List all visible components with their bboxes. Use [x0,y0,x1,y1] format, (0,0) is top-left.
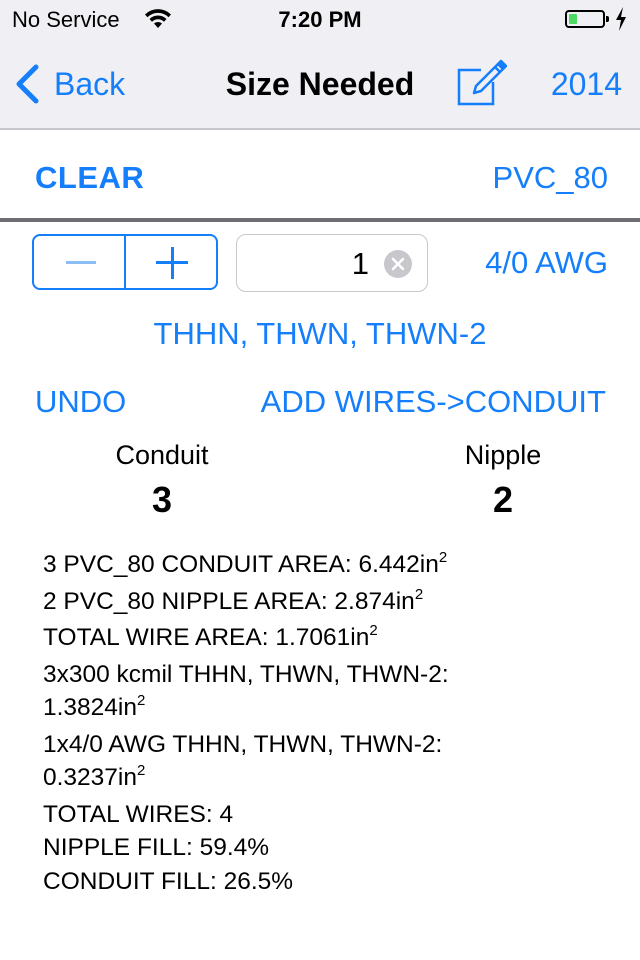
battery-icon [565,10,609,28]
plus-icon-vertical [170,247,174,279]
conduit-count-label: Conduit [115,440,209,470]
superscript-exponent: 2 [137,762,146,779]
conduit-count-value: 3 [151,479,173,520]
clock: 7:20 PM [278,7,362,32]
insulation-type-selector[interactable]: THHN, THWN, THWN-2 [0,316,640,352]
conduit-count: Conduit 3 [62,440,262,521]
nipple-count: Nipple 2 [403,440,603,521]
result-line-text: 1x4/0 AWG THHN, THWN, THWN-2: [43,730,443,758]
result-line-text: 3 PVC_80 CONDUIT AREA: 6.442in [43,551,439,578]
conduit-type-selector[interactable]: PVC_80 [493,160,608,196]
result-line: 2 PVC_80 NIPPLE AREA: 2.874in2 [43,585,623,622]
undo-button[interactable]: UNDO [35,384,126,420]
result-line-text: 0.3237in [43,764,138,791]
navigation-bar: Back Size Needed 2014 [0,40,640,128]
battery-nub [606,16,609,22]
result-line: 0.3237in2 [43,761,623,798]
superscript-exponent: 2 [438,549,448,566]
result-line: TOTAL WIRE AREA: 1.7061in2 [43,621,623,658]
year-button[interactable]: 2014 [551,66,622,103]
result-line: TOTAL WIRES: 4 [43,798,623,832]
bolt-icon [616,7,626,31]
close-icon [391,257,405,271]
clear-text-button[interactable] [384,250,412,278]
battery-level [569,14,577,24]
result-line-text: TOTAL WIRES: 4 [43,800,234,828]
result-line-text: 3x300 kcmil THHN, THWN, THWN-2: [43,660,449,688]
wire-size-selector[interactable]: 4/0 AWG [485,245,608,281]
status-bar: No Service 7:20 PM [0,0,640,40]
result-line: 3 PVC_80 CONDUIT AREA: 6.442in2 [43,548,623,585]
decrement-button[interactable] [34,236,124,288]
quantity-stepper[interactable] [32,234,218,290]
result-line-text: TOTAL WIRE AREA: 1.7061in [43,624,370,651]
add-wires-to-conduit-button[interactable]: ADD WIRES->CONDUIT [261,384,606,420]
superscript-exponent: 2 [414,585,424,603]
section-divider [0,218,640,222]
quantity-input[interactable] [245,241,371,287]
minus-icon [66,261,96,264]
page-title-text: Size Needed [225,66,415,102]
result-line: 1.3824in2 [43,691,623,728]
result-line: 3x300 kcmil THHN, THWN, THWN-2: [43,658,623,692]
nipple-count-label: Nipple [464,440,542,470]
quantity-field[interactable] [236,234,428,292]
page-title: Size Needed [0,66,640,103]
superscript-exponent: 2 [137,692,146,709]
nipple-count-value: 2 [492,479,514,520]
result-line: CONDUIT FILL: 26.5% [43,865,623,899]
results-text: 3 PVC_80 CONDUIT AREA: 6.442in2 2 PVC_80 … [43,548,623,898]
compose-icon[interactable] [455,58,507,106]
result-line: 1x4/0 AWG THHN, THWN, THWN-2: [43,728,623,762]
clear-button[interactable]: CLEAR [35,160,144,196]
result-line-text: NIPPLE FILL: 59.4% [43,834,270,861]
result-line-text: 2 PVC_80 NIPPLE AREA: 2.874in [43,587,415,615]
conduit-row: CLEAR PVC_80 [0,130,640,220]
result-line: NIPPLE FILL: 59.4% [43,831,623,865]
result-line-text: 1.3824in [43,694,138,721]
result-line-text: CONDUIT FILL: 26.5% [43,867,294,895]
superscript-exponent: 2 [369,622,378,639]
increment-button[interactable] [124,236,216,288]
top-bar: No Service 7:20 PM Back Size Needed 2014 [0,0,640,130]
